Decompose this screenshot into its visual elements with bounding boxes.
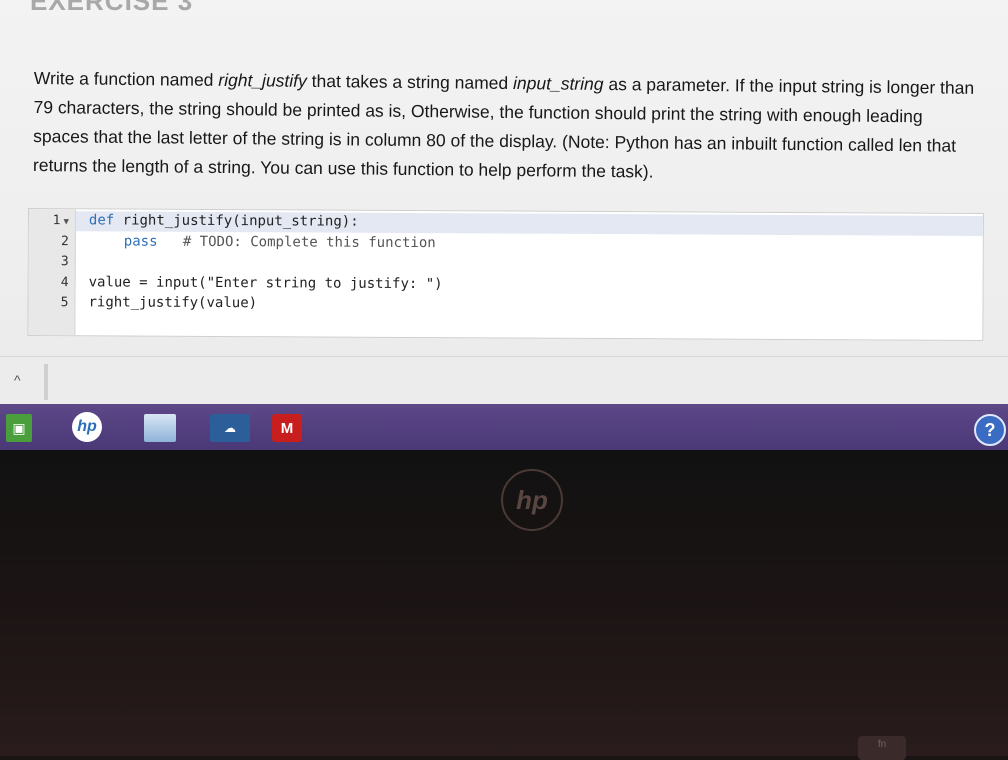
mcafee-icon[interactable]: M [272, 414, 302, 442]
hp-icon[interactable]: hp [72, 412, 102, 442]
line-number: 5 [60, 295, 69, 311]
line-number: 1 ▼ [52, 213, 69, 229]
line-number: 3 [60, 254, 69, 270]
prompt-function-name: right_justify [218, 69, 307, 91]
screen: EXERCISE 3 Write a function named right_… [0, 0, 1008, 450]
hp-logo: hp [501, 469, 563, 531]
function-signature: right_justify(input_string): [114, 212, 359, 230]
prompt-text-1: Write a function named [33, 67, 219, 90]
exercise-heading: EXERCISE 3 [30, 0, 194, 16]
keyword-def: def [88, 212, 115, 229]
cloud-icon[interactable]: ☁ [210, 414, 250, 442]
code-line-2[interactable]: pass # TODO: Complete this function [124, 234, 436, 252]
line-gutter: 1 ▼ 2 3 4 5 [28, 209, 76, 336]
exercise-prompt: Write a function named right_justify tha… [33, 64, 978, 190]
code-line-1[interactable]: def right_justify(input_string): [89, 212, 359, 229]
keyboard-key: fn [858, 736, 906, 760]
line-number: 2 [60, 234, 69, 250]
fold-arrow-icon[interactable]: ▼ [63, 217, 68, 227]
code-line-4[interactable]: value = input("Enter string to justify: … [89, 274, 443, 292]
window-bottom-strip [0, 356, 1008, 407]
code-editor[interactable]: 1 ▼ 2 3 4 5 def right_justify(input_strin… [27, 208, 984, 342]
windows-store-icon[interactable]: ▣ [6, 414, 32, 442]
prompt-param-name: input_string [512, 73, 604, 94]
prompt-text-2: that takes a string named [306, 70, 514, 94]
keyword-pass: pass [123, 233, 158, 250]
code-line-5[interactable]: right_justify(value) [88, 294, 257, 311]
file-explorer-icon[interactable] [144, 414, 176, 442]
todo-comment: # TODO: Complete this function [182, 233, 436, 252]
chevron-up-icon[interactable]: ^ [14, 372, 21, 388]
line-number: 4 [60, 275, 69, 291]
help-icon[interactable]: ? [974, 414, 1006, 446]
scroll-handle[interactable] [44, 364, 48, 400]
